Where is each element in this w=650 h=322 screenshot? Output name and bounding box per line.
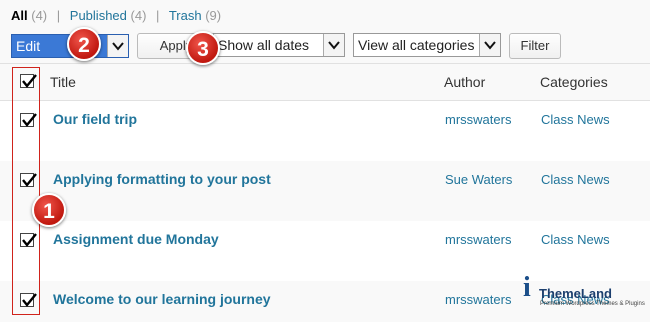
- post-author-link[interactable]: mrsswaters: [445, 292, 511, 307]
- categories-filter-value: View all categories: [358, 37, 475, 53]
- filter-all-count: (4): [31, 8, 48, 23]
- step-2-badge: 2: [67, 27, 101, 61]
- post-author-link[interactable]: mrsswaters: [445, 112, 511, 127]
- column-title-header[interactable]: Title: [50, 74, 76, 90]
- post-title-link[interactable]: Assignment due Monday: [53, 231, 219, 247]
- column-author-header: Author: [444, 74, 486, 90]
- filter-trash-link[interactable]: Trash: [169, 8, 202, 23]
- post-category-link[interactable]: Class News: [541, 112, 610, 127]
- logo-name: ThemeLand: [539, 286, 612, 301]
- post-title-link[interactable]: Applying formatting to your post: [53, 171, 271, 187]
- bulk-action-value: Edit: [16, 38, 41, 54]
- filter-published-link[interactable]: Published: [70, 8, 127, 23]
- filter-separator: |: [156, 8, 160, 23]
- column-categories-header: Categories: [540, 74, 608, 90]
- post-author-link[interactable]: Sue Waters: [445, 172, 512, 187]
- checkbox-column-highlight: [12, 67, 40, 315]
- chevron-down-icon: [323, 34, 344, 56]
- status-filter-links: All (4) | Published (4) | Trash (9): [11, 8, 221, 23]
- step-1-badge: 1: [32, 193, 66, 227]
- filter-button-label: Filter: [520, 38, 550, 53]
- chevron-down-icon: [107, 35, 128, 57]
- categories-filter-select[interactable]: View all categories: [353, 33, 501, 57]
- filter-button[interactable]: Filter: [509, 33, 561, 59]
- post-author-link[interactable]: mrsswaters: [445, 232, 511, 247]
- post-title-link[interactable]: Welcome to our learning journey: [53, 291, 271, 307]
- filter-separator: |: [56, 8, 61, 23]
- table-row: Applying formatting to your post Sue Wat…: [0, 161, 650, 221]
- chevron-down-icon: [479, 34, 500, 56]
- table-header: Title Author Categories: [0, 64, 650, 101]
- table-row: Our field trip mrsswaters Class News: [0, 101, 650, 161]
- dates-filter-select[interactable]: Show all dates: [213, 33, 345, 57]
- ithemeland-logo: i ThemeLand Premium Wordpress Themes & P…: [523, 270, 645, 312]
- dates-filter-value: Show all dates: [218, 37, 310, 53]
- logo-tagline: Premium Wordpress Themes & Plugins: [540, 301, 645, 307]
- post-category-link[interactable]: Class News: [541, 232, 610, 247]
- post-title-link[interactable]: Our field trip: [53, 111, 137, 127]
- logo-mark: i: [523, 272, 531, 303]
- step-3-badge: 3: [186, 31, 220, 65]
- post-category-link[interactable]: Class News: [541, 172, 610, 187]
- filter-trash-count: (9): [205, 8, 222, 23]
- filter-published-count: (4): [130, 8, 147, 23]
- filter-all-link[interactable]: All: [11, 8, 28, 23]
